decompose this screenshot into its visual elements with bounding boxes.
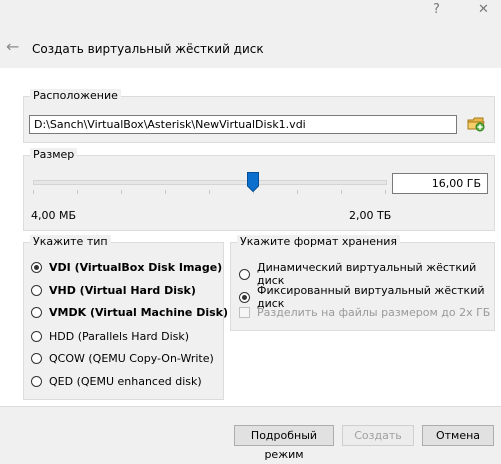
- radio-unselected[interactable]: [31, 285, 42, 296]
- location-label: Расположение: [30, 89, 121, 102]
- radio-unselected[interactable]: [31, 376, 42, 387]
- split-files-label: Разделить на файлы размером до 2х ГБ: [257, 306, 491, 319]
- size-slider-track[interactable]: [33, 180, 387, 185]
- storage-format-label: Укажите формат хранения: [237, 235, 401, 248]
- size-label: Размер: [30, 148, 78, 161]
- type-option-vdi[interactable]: VDI (VirtualBox Disk Image): [31, 261, 222, 274]
- type-option-label: QED (QEMU enhanced disk): [49, 375, 202, 388]
- size-max-label: 2,00 ТБ: [349, 209, 392, 222]
- type-option-label: HDD (Parallels Hard Disk): [49, 330, 190, 343]
- radio-unselected[interactable]: [239, 268, 250, 280]
- size-slider-thumb[interactable]: [247, 172, 259, 192]
- slider-tick: [297, 190, 298, 194]
- folder-icon: [467, 117, 485, 132]
- size-min-label: 4,00 МБ: [31, 209, 77, 222]
- back-arrow-icon[interactable]: ←: [6, 37, 19, 56]
- slider-tick: [209, 190, 210, 194]
- type-option-vmdk[interactable]: VMDK (Virtual Machine Disk): [31, 306, 228, 319]
- type-option-qed[interactable]: QED (QEMU enhanced disk): [31, 375, 202, 388]
- cancel-button[interactable]: Отмена: [422, 425, 494, 446]
- choose-location-button[interactable]: [466, 114, 486, 134]
- expert-mode-button[interactable]: Подробный режим: [234, 425, 334, 461]
- type-option-label: QCOW (QEMU Copy-On-Write): [49, 352, 214, 365]
- type-option-label: VMDK (Virtual Machine Disk): [49, 306, 229, 319]
- radio-selected[interactable]: [239, 291, 250, 303]
- radio-unselected[interactable]: [31, 353, 42, 364]
- close-button[interactable]: ✕: [478, 2, 489, 17]
- type-option-qcow[interactable]: QCOW (QEMU Copy-On-Write): [31, 352, 214, 365]
- split-files-checkbox[interactable]: [239, 307, 250, 318]
- type-option-label: VDI (VirtualBox Disk Image): [49, 261, 223, 274]
- type-option-hdd[interactable]: HDD (Parallels Hard Disk): [31, 330, 189, 343]
- radio-unselected[interactable]: [31, 307, 42, 318]
- disk-type-label: Укажите тип: [30, 235, 111, 248]
- slider-tick: [341, 190, 342, 194]
- help-button[interactable]: ?: [433, 2, 440, 17]
- radio-unselected[interactable]: [31, 331, 42, 342]
- size-input[interactable]: 16,00 ГБ: [392, 173, 488, 194]
- type-option-label: VHD (Virtual Hard Disk): [49, 284, 196, 297]
- slider-tick: [385, 190, 386, 194]
- slider-tick: [165, 190, 166, 194]
- slider-tick: [77, 190, 78, 194]
- radio-selected[interactable]: [31, 262, 42, 273]
- split-files-checkbox-row[interactable]: Разделить на файлы размером до 2х ГБ: [239, 306, 490, 319]
- slider-tick: [33, 190, 34, 194]
- create-button[interactable]: Создать: [342, 425, 414, 446]
- dialog-title: Создать виртуальный жёсткий диск: [32, 42, 264, 56]
- type-option-vhd[interactable]: VHD (Virtual Hard Disk): [31, 284, 196, 297]
- slider-tick: [121, 190, 122, 194]
- location-path-input[interactable]: D:\Sanch\VirtualBox\Asterisk\NewVirtualD…: [29, 115, 457, 134]
